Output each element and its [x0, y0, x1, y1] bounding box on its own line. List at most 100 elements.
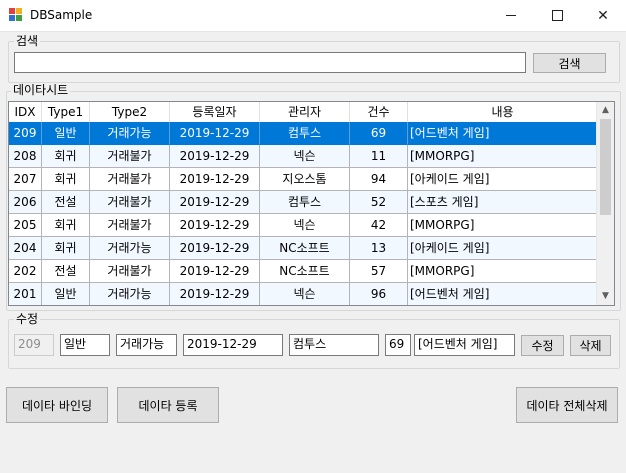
- table-cell[interactable]: 204: [9, 237, 42, 260]
- table-cell[interactable]: 11: [350, 145, 408, 168]
- table-row[interactable]: 205 회귀 거래불가 2019-12-29 넥슨 42 [MMORPG]: [9, 214, 598, 237]
- edit-type1-field[interactable]: 일반: [60, 334, 110, 356]
- table-cell[interactable]: 94: [350, 168, 408, 191]
- table-row[interactable]: 201 일반 거래가능 2019-12-29 넥슨 96 [어드벤처 게임]: [9, 283, 598, 305]
- table-row[interactable]: 204 회귀 거래가능 2019-12-29 NC소프트 13 [아케이드 게임]: [9, 237, 598, 260]
- table-cell[interactable]: 201: [9, 283, 42, 305]
- table-cell[interactable]: 거래가능: [90, 237, 170, 260]
- table-cell[interactable]: 회귀: [42, 145, 90, 168]
- search-button[interactable]: 검색: [533, 53, 606, 73]
- minimize-icon: [506, 15, 516, 16]
- column-header[interactable]: 등록일자: [170, 102, 260, 122]
- delete-button[interactable]: 삭제: [570, 335, 611, 356]
- table-cell[interactable]: [MMORPG]: [408, 260, 598, 283]
- table-row[interactable]: 202 전설 거래불가 2019-12-29 NC소프트 57 [MMORPG]: [9, 260, 598, 283]
- table-cell[interactable]: 206: [9, 191, 42, 214]
- table-cell[interactable]: NC소프트: [260, 237, 350, 260]
- column-header[interactable]: 관리자: [260, 102, 350, 122]
- table-cell[interactable]: 거래불가: [90, 168, 170, 191]
- table-cell[interactable]: 69: [350, 122, 408, 145]
- column-header[interactable]: IDX: [9, 102, 42, 122]
- table-cell[interactable]: 57: [350, 260, 408, 283]
- edit-idx-field: 209: [14, 334, 54, 356]
- window-title: DBSample: [30, 8, 93, 22]
- table-cell[interactable]: 회귀: [42, 168, 90, 191]
- search-group-label: 검색: [14, 34, 41, 48]
- column-header[interactable]: Type1: [42, 102, 90, 122]
- table-cell[interactable]: 회귀: [42, 237, 90, 260]
- table-cell[interactable]: 205: [9, 214, 42, 237]
- table-cell[interactable]: 13: [350, 237, 408, 260]
- table-cell[interactable]: 전설: [42, 260, 90, 283]
- table-cell[interactable]: 일반: [42, 283, 90, 305]
- table-cell[interactable]: 회귀: [42, 214, 90, 237]
- table-cell[interactable]: 넥슨: [260, 283, 350, 305]
- table-cell[interactable]: 209: [9, 122, 42, 145]
- column-header[interactable]: Type2: [90, 102, 170, 122]
- table-cell[interactable]: [스포츠 게임]: [408, 191, 598, 214]
- data-grid[interactable]: IDX Type1 Type2 등록일자 관리자 건수 내용 209 일반 거래가능 2019-1…: [8, 101, 615, 306]
- table-cell[interactable]: 2019-12-29: [170, 122, 260, 145]
- close-icon: ✕: [597, 7, 609, 24]
- table-cell[interactable]: 202: [9, 260, 42, 283]
- data-delete-all-button[interactable]: 데이타 전체삭제: [516, 387, 618, 423]
- table-cell[interactable]: [MMORPG]: [408, 214, 598, 237]
- table-cell[interactable]: 2019-12-29: [170, 214, 260, 237]
- table-cell[interactable]: [어드벤처 게임]: [408, 283, 598, 305]
- table-cell[interactable]: 2019-12-29: [170, 260, 260, 283]
- table-cell[interactable]: 넥슨: [260, 214, 350, 237]
- scroll-up-icon[interactable]: ▲: [597, 102, 614, 119]
- table-cell[interactable]: 거래불가: [90, 214, 170, 237]
- datasheet-group-label: 데이타시트: [11, 83, 71, 97]
- table-cell[interactable]: 전설: [42, 191, 90, 214]
- edit-content-field[interactable]: [어드벤처 게임]: [414, 334, 515, 356]
- table-cell[interactable]: 207: [9, 168, 42, 191]
- table-cell[interactable]: 거래가능: [90, 122, 170, 145]
- table-cell[interactable]: 일반: [42, 122, 90, 145]
- table-cell[interactable]: 2019-12-29: [170, 237, 260, 260]
- table-cell[interactable]: 거래가능: [90, 283, 170, 305]
- column-header[interactable]: 건수: [350, 102, 408, 122]
- search-input[interactable]: [14, 52, 526, 73]
- maximize-icon: [551, 10, 563, 21]
- data-bind-button[interactable]: 데이타 바인딩: [6, 387, 108, 423]
- edit-type2-field[interactable]: 거래가능: [116, 334, 177, 356]
- table-cell[interactable]: 컴투스: [260, 191, 350, 214]
- column-header[interactable]: 내용: [408, 102, 598, 122]
- scroll-thumb[interactable]: [600, 119, 611, 215]
- data-register-button[interactable]: 데이타 등록: [117, 387, 219, 423]
- edit-date-field[interactable]: 2019-12-29: [183, 334, 283, 356]
- table-cell[interactable]: 2019-12-29: [170, 145, 260, 168]
- table-cell[interactable]: 52: [350, 191, 408, 214]
- table-cell[interactable]: 거래불가: [90, 260, 170, 283]
- edit-group-label: 수정: [14, 312, 41, 326]
- edit-manager-field[interactable]: 컴투스: [289, 334, 379, 356]
- table-cell[interactable]: 거래불가: [90, 145, 170, 168]
- table-cell[interactable]: 2019-12-29: [170, 168, 260, 191]
- close-button[interactable]: ✕: [580, 0, 626, 31]
- grid-vertical-scrollbar[interactable]: ▲ ▼: [596, 102, 614, 305]
- table-row[interactable]: 209 일반 거래가능 2019-12-29 컴투스 69 [어드벤처 게임]: [9, 122, 598, 145]
- scroll-down-icon[interactable]: ▼: [597, 288, 614, 305]
- table-cell[interactable]: 넥슨: [260, 145, 350, 168]
- table-cell[interactable]: 2019-12-29: [170, 191, 260, 214]
- table-cell[interactable]: 컴투스: [260, 122, 350, 145]
- table-row[interactable]: 206 전설 거래불가 2019-12-29 컴투스 52 [스포츠 게임]: [9, 191, 598, 214]
- table-cell[interactable]: [어드벤처 게임]: [408, 122, 598, 145]
- update-button[interactable]: 수정: [521, 335, 564, 356]
- minimize-button[interactable]: [488, 0, 534, 31]
- table-cell[interactable]: [아케이드 게임]: [408, 168, 598, 191]
- edit-count-field[interactable]: 69: [385, 334, 411, 356]
- table-row[interactable]: 207 회귀 거래불가 2019-12-29 지오스톰 94 [아케이드 게임]: [9, 168, 598, 191]
- table-cell[interactable]: 지오스톰: [260, 168, 350, 191]
- table-cell[interactable]: 2019-12-29: [170, 283, 260, 305]
- maximize-button[interactable]: [534, 0, 580, 31]
- table-cell[interactable]: [아케이드 게임]: [408, 237, 598, 260]
- table-cell[interactable]: 거래불가: [90, 191, 170, 214]
- table-row[interactable]: 208 회귀 거래불가 2019-12-29 넥슨 11 [MMORPG]: [9, 145, 598, 168]
- table-cell[interactable]: NC소프트: [260, 260, 350, 283]
- table-cell[interactable]: 208: [9, 145, 42, 168]
- table-cell[interactable]: 42: [350, 214, 408, 237]
- table-cell[interactable]: [MMORPG]: [408, 145, 598, 168]
- table-cell[interactable]: 96: [350, 283, 408, 305]
